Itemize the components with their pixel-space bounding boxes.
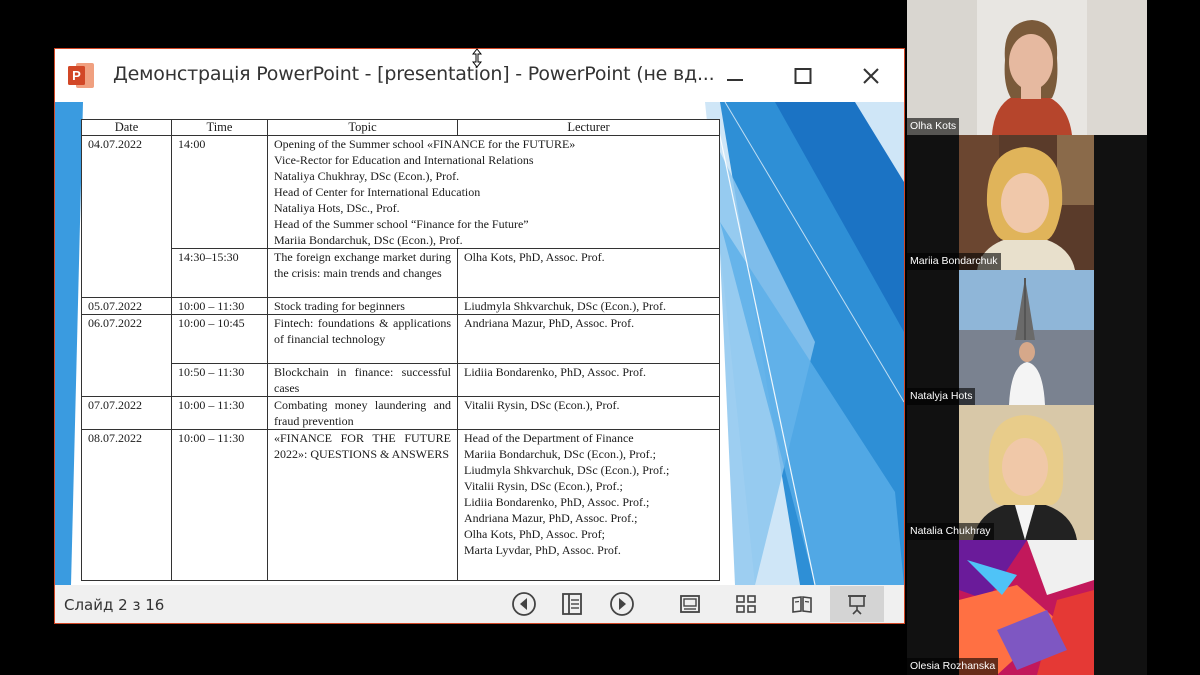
table-row: 08.07.2022 10:00 – 11:30 «FINANCE FOR TH… [81, 429, 720, 581]
participant-video [907, 405, 1147, 540]
lecturer-cell: Liudmyla Shkvarchuk, DSc (Econ.), Prof. [457, 297, 720, 315]
date-cell: 07.07.2022 [81, 396, 172, 430]
topic-cell: Blockchain in finance: successful cases [267, 363, 458, 397]
normal-view-icon [680, 595, 700, 613]
topic-cell: «FINANCE FOR THE FUTURE 2022»: QUESTIONS… [267, 429, 458, 581]
topic-cell: Fintech: foundations & applications of f… [267, 314, 458, 364]
powerpoint-logo-icon: P [68, 63, 94, 88]
topic-cell: Stock trading for beginners [267, 297, 458, 315]
time-cell: 14:00 [171, 135, 268, 249]
lecturer-line: Andriana Mazur, PhD, Assoc. Prof.; [464, 511, 638, 525]
lecturer-line: Vitalii Rysin, DSc (Econ.), Prof.; [464, 479, 623, 493]
resize-cursor-icon [472, 48, 482, 68]
lecturer-line: Liudmyla Shkvarchuk, DSc (Econ.), Prof.; [464, 463, 670, 477]
time-cell: 10:00 – 11:30 [171, 396, 268, 430]
topic-line: Head of Center for International Educati… [274, 185, 481, 199]
arrow-left-circle-icon [512, 592, 536, 616]
date-cell: 04.07.2022 [81, 135, 172, 298]
participant-tile[interactable]: Olesia Rozhanska [907, 540, 1147, 675]
participant-name: Natalyja Hots [907, 388, 976, 405]
participant-video [907, 540, 1147, 675]
lecturer-cell: Head of the Department of Finance Mariia… [457, 429, 720, 581]
see-all-slides-button[interactable] [557, 589, 587, 619]
date-cell: 05.07.2022 [81, 297, 172, 315]
topic-line: Vice-Rector for Education and Internatio… [274, 153, 534, 167]
table-row: 14:30–15:30 The foreign exchange market … [82, 248, 720, 298]
participant-name: Olesia Rozhanska [907, 658, 999, 675]
close-icon [863, 68, 879, 84]
slideshow-icon [848, 595, 866, 615]
topic-line: Head of the Summer school “Finance for t… [274, 217, 529, 231]
table-row: 10:50 – 11:30 Blockchain in finance: suc… [82, 363, 720, 397]
table-header-row: Date Time Topic Lecturer [81, 119, 720, 136]
lecturer-line: Olha Kots, PhD, Assoc. Prof; [464, 527, 606, 541]
time-cell: 10:00 – 11:30 [171, 297, 268, 315]
topic-line: Nataliya Chukhray, DSc (Econ.), Prof. [274, 169, 460, 183]
view-slideshow-button[interactable] [830, 586, 884, 622]
topic-line: Nataliya Hots, DSc., Prof. [274, 201, 400, 215]
lecturer-cell: Lidiia Bondarenko, PhD, Assoc. Prof. [457, 363, 720, 397]
participant-name: Natalia Chukhray [907, 523, 994, 540]
lecturer-cell: Vitalii Rysin, DSc (Econ.), Prof. [457, 396, 720, 430]
view-slide-sorter-button[interactable] [731, 589, 761, 619]
participant-tile[interactable]: Olha Kots [907, 0, 1147, 135]
slide-area[interactable]: Date Time Topic Lecturer 04.07.2022 14:0… [55, 102, 904, 585]
time-cell: 10:50 – 11:30 [171, 363, 268, 397]
schedule-table: Date Time Topic Lecturer 04.07.2022 14:0… [81, 119, 720, 581]
participant-tile[interactable]: Mariia Bondarchuk [907, 135, 1147, 270]
header-time: Time [171, 119, 268, 136]
view-reading-button[interactable] [787, 589, 817, 619]
table-row: 06.07.2022 10:00 – 10:45 Fintech: founda… [81, 314, 720, 397]
slide-sorter-icon [736, 595, 756, 613]
table-row: 07.07.2022 10:00 – 11:30 Combating money… [81, 396, 720, 430]
arrow-right-circle-icon [610, 592, 634, 616]
participant-tile[interactable]: Natalia Chukhray [907, 405, 1147, 540]
topic-line: Mariia Bondarchuk, DSc (Econ.), Prof. [274, 233, 463, 247]
topic-cell: Combating money laundering and fraud pre… [267, 396, 458, 430]
lecturer-line: Mariia Bondarchuk, DSc (Econ.), Prof.; [464, 447, 656, 461]
topic-cell: Opening of the Summer school «FINANCE fo… [267, 135, 720, 249]
next-slide-button[interactable] [607, 589, 637, 619]
participant-video [907, 270, 1147, 405]
maximize-icon [794, 68, 812, 84]
header-topic: Topic [267, 119, 458, 136]
time-cell: 14:30–15:30 [171, 248, 268, 298]
status-bar: Слайд 2 з 16 [55, 585, 904, 623]
time-cell: 10:00 – 10:45 [171, 314, 268, 364]
participant-video [907, 0, 1147, 135]
table-row: 05.07.2022 10:00 – 11:30 Stock trading f… [81, 297, 720, 315]
minimize-button[interactable] [713, 57, 757, 95]
participant-name: Olha Kots [907, 118, 960, 135]
window-title: Демонстрація PowerPoint - [presentation]… [113, 63, 715, 85]
time-cell: 10:00 – 11:30 [171, 429, 268, 581]
view-normal-button[interactable] [675, 589, 705, 619]
powerpoint-window[interactable]: P Демонстрація PowerPoint - [presentatio… [54, 48, 905, 624]
participant-name: Mariia Bondarchuk [907, 253, 1001, 270]
lecturer-cell: Andriana Mazur, PhD, Assoc. Prof. [457, 314, 720, 364]
date-cell: 08.07.2022 [81, 429, 172, 581]
maximize-button[interactable] [781, 57, 825, 95]
lecturer-cell: Olha Kots, PhD, Assoc. Prof. [457, 248, 720, 298]
date-cell: 06.07.2022 [81, 314, 172, 397]
topic-cell: The foreign exchange market during the c… [267, 248, 458, 298]
lecturer-line: Lidiia Bondarenko, PhD, Assoc. Prof.; [464, 495, 650, 509]
participant-video [907, 135, 1147, 270]
topic-line: Opening of the Summer school «FINANCE fo… [274, 137, 576, 151]
minimize-icon [727, 79, 743, 81]
participant-tile[interactable]: Natalyja Hots [907, 270, 1147, 405]
slide-counter: Слайд 2 з 16 [64, 596, 165, 614]
close-button[interactable] [849, 57, 893, 95]
lecturer-line: Marta Lyvdar, PhD, Assoc. Prof. [464, 543, 621, 557]
lecturer-line: Head of the Department of Finance [464, 431, 634, 445]
header-date: Date [81, 119, 172, 136]
previous-slide-button[interactable] [509, 589, 539, 619]
slides-list-icon [562, 593, 582, 615]
header-lecturer: Lecturer [457, 119, 720, 136]
svg-text:P: P [72, 68, 81, 83]
reading-view-icon [792, 596, 812, 613]
table-row: 04.07.2022 14:00 Opening of the Summer s… [81, 135, 720, 298]
